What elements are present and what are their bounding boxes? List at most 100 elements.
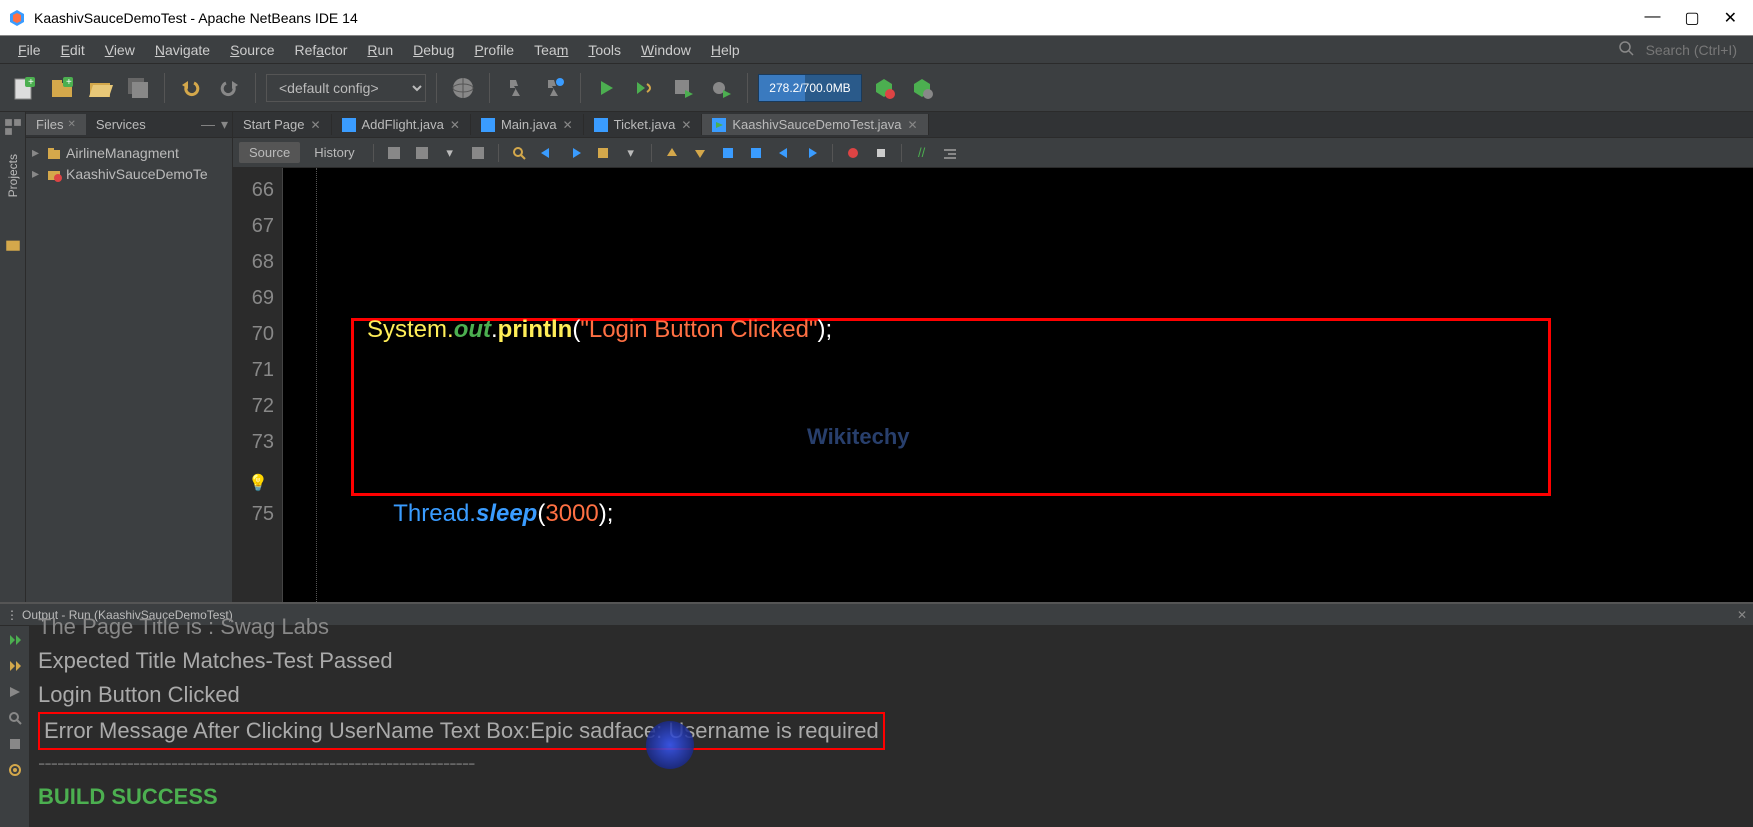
tab-addflight[interactable]: AddFlight.java✕ [332,114,471,135]
config-dropdown[interactable]: <default config> [266,74,426,102]
menu-team[interactable]: Team [524,39,578,61]
attach-debugger-button[interactable] [705,72,737,104]
undo-button[interactable] [175,72,207,104]
menu-source[interactable]: Source [220,39,284,61]
memory-text: 278.2/700.0MB [769,81,850,95]
etb-ic-a[interactable] [718,143,738,163]
main-toolbar: + + <default config> 278.2/700.0MB [0,64,1753,112]
next-edit-icon[interactable] [802,143,822,163]
project-tree: ▸ AirlineManagment ▸ KaashivSauceDemoTe [26,138,232,188]
close-icon[interactable]: ✕ [907,118,917,132]
open-project-button[interactable] [84,72,116,104]
menu-debug[interactable]: Debug [403,39,464,61]
output-line: Expected Title Matches-Test Passed [38,644,1745,678]
etb-ic-b[interactable] [746,143,766,163]
menu-help[interactable]: Help [701,39,750,61]
tab-main[interactable]: Main.java✕ [471,114,584,135]
menu-edit[interactable]: Edit [51,39,95,61]
editor-toolbar: Source History ▾ ▾ // [233,138,1753,168]
menu-file[interactable]: File [8,39,51,61]
search-icon[interactable] [1618,40,1634,59]
indent-icon[interactable] [940,143,960,163]
java-file-icon [342,118,356,132]
minimize-button[interactable]: — [1644,8,1660,28]
browser-button[interactable] [447,72,479,104]
close-icon[interactable]: ✕ [563,118,573,132]
panel-tabs: Files✕ Services — ▾ [26,112,232,138]
source-view-button[interactable]: Source [239,142,300,163]
rerun-icon[interactable] [5,630,25,650]
side-folder-icon[interactable] [4,235,22,253]
close-icon[interactable]: ✕ [310,118,320,132]
output-toolbar [0,626,30,827]
next-bookmark-icon[interactable] [565,143,585,163]
debug-button[interactable] [629,72,661,104]
code-content[interactable]: Wikitechy System.out.println("Login Butt… [317,168,1753,602]
close-icon[interactable]: ✕ [67,119,75,130]
glyph-margin [283,168,317,602]
window-group-icon[interactable] [4,118,22,136]
files-tab[interactable]: Files✕ [26,114,86,135]
history-view-button[interactable]: History [304,142,364,163]
gc-button-1[interactable] [868,72,900,104]
find-in-output-icon[interactable] [5,708,25,728]
services-tab[interactable]: Services [86,114,156,135]
maximize-button[interactable]: ▢ [1684,8,1699,28]
new-file-button[interactable]: + [8,72,40,104]
close-icon[interactable]: ✕ [681,118,691,132]
menu-view[interactable]: View [95,39,145,61]
settings-output-icon[interactable] [5,760,25,780]
close-icon[interactable]: ✕ [450,118,460,132]
restore-panel-icon[interactable]: ▾ [221,116,228,133]
comment-icon[interactable]: // [912,143,932,163]
nav-icon-2[interactable] [412,143,432,163]
project-node[interactable]: ▸ AirlineManagment [32,142,226,163]
memory-gauge[interactable]: 278.2/700.0MB [758,74,862,102]
tab-ticket[interactable]: Ticket.java✕ [584,114,703,135]
tab-kaashiv-demo[interactable]: KaashivSauceDemoTest.java✕ [702,114,928,135]
wrap-text-icon[interactable] [5,734,25,754]
editor-area: Start Page✕ AddFlight.java✕ Main.java✕ T… [233,112,1753,602]
window-titlebar: KaashivSauceDemoTest - Apache NetBeans I… [0,0,1753,36]
minimize-panel-icon[interactable]: — [201,116,215,133]
save-all-button[interactable] [122,72,154,104]
menu-tools[interactable]: Tools [578,39,631,61]
menu-profile[interactable]: Profile [464,39,524,61]
menu-navigate[interactable]: Navigate [145,39,220,61]
search-field[interactable]: Search (Ctrl+I) [1638,40,1745,60]
shift-up-icon[interactable] [662,143,682,163]
tab-start-page[interactable]: Start Page✕ [233,114,332,135]
menu-window[interactable]: Window [631,39,701,61]
nav-icon-3[interactable]: ▾ [440,143,460,163]
close-button[interactable]: ✕ [1724,8,1737,28]
gc-button-2[interactable] [906,72,938,104]
nav-icon-4[interactable] [468,143,488,163]
redo-button[interactable] [213,72,245,104]
output-content[interactable]: The Page Title is : Swag Labs Expected T… [30,626,1753,827]
project-node[interactable]: ▸ KaashivSauceDemoTe [32,163,226,184]
menu-refactor[interactable]: Refactor [284,39,357,61]
clean-build-button[interactable] [538,72,570,104]
stop-macro-icon[interactable] [871,143,891,163]
java-main-file-icon [712,118,726,132]
files-panel: Files✕ Services — ▾ ▸ AirlineManagment ▸ … [26,112,233,602]
project-label: KaashivSauceDemoTe [66,166,208,182]
record-macro-icon[interactable] [843,143,863,163]
rerun-alt-icon[interactable] [5,656,25,676]
toggle-bookmark-icon[interactable] [593,143,613,163]
etb-more[interactable]: ▾ [621,143,641,163]
new-project-button[interactable]: + [46,72,78,104]
shift-down-icon[interactable] [690,143,710,163]
projects-tab[interactable]: Projects [6,150,20,201]
run-button[interactable] [591,72,623,104]
code-editor[interactable]: 66 67 68 69 70 71 72 73 75 Wikitechy Sys… [233,168,1753,602]
menu-run[interactable]: Run [357,39,403,61]
build-button[interactable] [500,72,532,104]
prev-bookmark-icon[interactable] [537,143,557,163]
find-icon[interactable] [509,143,529,163]
jump-to-icon[interactable] [5,682,25,702]
prev-edit-icon[interactable] [774,143,794,163]
profile-button[interactable] [667,72,699,104]
nav-icon-1[interactable] [384,143,404,163]
output-build-success: BUILD SUCCESS [38,780,1745,814]
